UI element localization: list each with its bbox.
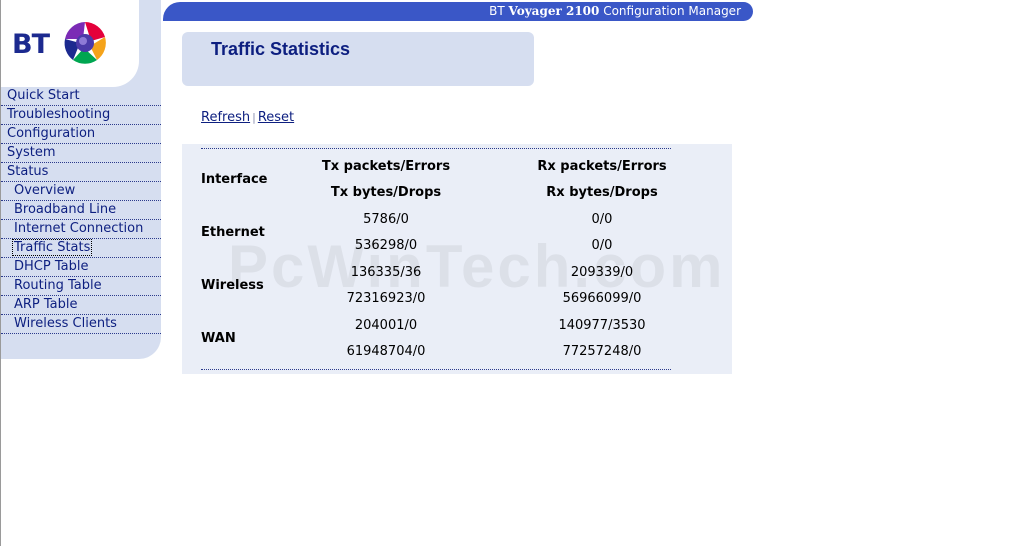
sidebar-item-dhcp-table[interactable]: DHCP Table xyxy=(1,258,161,277)
app-title-subtitle: Configuration Manager xyxy=(603,4,741,18)
sidebar-item-traffic-stats[interactable]: Traffic Stats xyxy=(1,239,161,258)
sidebar-item-wireless-clients[interactable]: Wireless Clients xyxy=(1,315,161,334)
rx-header-bytes: Rx bytes/Drops xyxy=(546,185,658,200)
wireless-rx-bytes: 56966099/0 xyxy=(562,291,642,306)
action-links: Refresh | Reset xyxy=(201,110,294,125)
sidebar-item-label: ARP Table xyxy=(14,297,78,312)
sidebar-item-routing-table[interactable]: Routing Table xyxy=(1,277,161,296)
sidebar-item-overview[interactable]: Overview xyxy=(1,182,161,201)
wireless-tx-bytes: 72316923/0 xyxy=(346,291,426,306)
link-separator: | xyxy=(252,111,256,124)
sidebar-item-label: Broadband Line xyxy=(14,202,117,217)
refresh-link[interactable]: Refresh xyxy=(201,110,250,125)
wan-rx-bytes: 77257248/0 xyxy=(562,344,642,359)
sidebar-item-label: System xyxy=(7,145,56,160)
sidebar-item-system[interactable]: System xyxy=(1,144,161,163)
table-top-rule xyxy=(201,148,671,149)
sidebar-item-status[interactable]: Status xyxy=(1,163,161,182)
title-panel: Traffic Statistics xyxy=(182,32,534,86)
sidebar-item-label: Traffic Stats xyxy=(12,239,93,256)
sidebar-item-configuration[interactable]: Configuration xyxy=(1,125,161,144)
row-label-wan: WAN xyxy=(201,331,236,346)
sidebar-nav: Quick Start Troubleshooting Configuratio… xyxy=(1,87,161,334)
header-bar: BT Voyager 2100 Configuration Manager xyxy=(163,2,753,21)
sidebar-item-broadband-line[interactable]: Broadband Line xyxy=(1,201,161,220)
sidebar-item-label: DHCP Table xyxy=(14,259,89,274)
tx-header-bytes: Tx bytes/Drops xyxy=(330,185,442,200)
ethernet-rx-packets: 0/0 xyxy=(591,212,613,227)
sidebar-item-quick-start[interactable]: Quick Start xyxy=(1,87,161,106)
interface-header: Interface xyxy=(201,172,268,187)
sidebar-item-internet-connection[interactable]: Internet Connection xyxy=(1,220,161,239)
sidebar-item-label: Routing Table xyxy=(14,278,102,293)
wan-rx-packets: 140977/3530 xyxy=(558,318,646,333)
sidebar-item-label: Overview xyxy=(14,183,76,198)
wireless-tx-packets: 136335/36 xyxy=(350,265,422,280)
app-title-brand: BT xyxy=(489,4,505,18)
bt-globe-icon xyxy=(64,22,106,64)
app-title: BT Voyager 2100 Configuration Manager xyxy=(489,4,741,18)
app-title-product: Voyager 2100 xyxy=(508,4,600,18)
logo-panel: BT xyxy=(1,0,139,87)
sidebar-item-label: Wireless Clients xyxy=(14,316,117,331)
wan-tx-bytes: 61948704/0 xyxy=(346,344,426,359)
row-label-wireless: Wireless xyxy=(201,278,264,293)
sidebar-item-label: Internet Connection xyxy=(14,221,144,236)
wan-tx-packets: 204001/0 xyxy=(354,318,418,333)
reset-link[interactable]: Reset xyxy=(258,110,294,125)
sidebar-item-troubleshooting[interactable]: Troubleshooting xyxy=(1,106,161,125)
sidebar-item-label: Quick Start xyxy=(7,88,80,103)
sidebar-item-arp-table[interactable]: ARP Table xyxy=(1,296,161,315)
page-title: Traffic Statistics xyxy=(211,39,351,59)
ethernet-tx-bytes: 536298/0 xyxy=(354,238,418,253)
ethernet-tx-packets: 5786/0 xyxy=(363,212,409,227)
sidebar-item-label: Troubleshooting xyxy=(7,107,111,122)
ethernet-rx-bytes: 0/0 xyxy=(591,238,613,253)
sidebar-item-label: Configuration xyxy=(7,126,96,141)
table-bottom-rule xyxy=(201,369,671,370)
rx-header-packets: Rx packets/Errors xyxy=(537,159,667,174)
sidebar-item-label: Status xyxy=(7,164,49,179)
wireless-rx-packets: 209339/0 xyxy=(570,265,634,280)
tx-header-packets: Tx packets/Errors xyxy=(321,159,451,174)
bt-logo-text: BT xyxy=(12,29,50,60)
row-label-ethernet: Ethernet xyxy=(201,225,265,240)
